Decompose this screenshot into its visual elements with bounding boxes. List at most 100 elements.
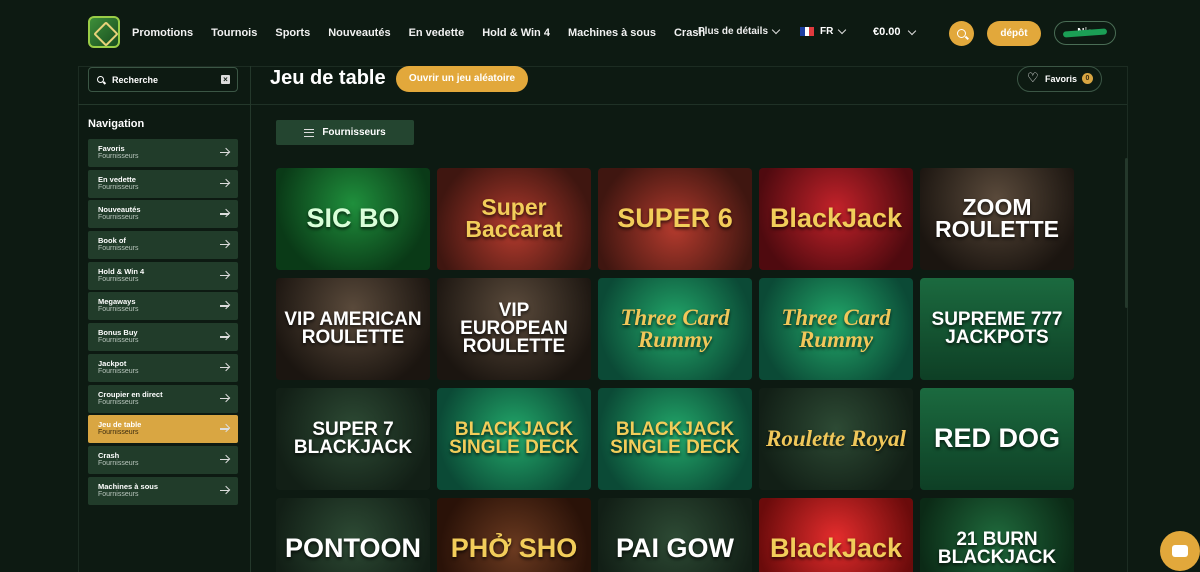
- game-title: Super Baccarat: [465, 194, 563, 242]
- game-tile[interactable]: Super Baccarat: [437, 168, 591, 270]
- clear-search-icon[interactable]: ×: [221, 75, 230, 84]
- arrow-right-icon: [220, 152, 229, 154]
- search-icon: [97, 76, 104, 83]
- game-tile[interactable]: PONTOON: [276, 498, 430, 572]
- game-tile[interactable]: BlackJack: [759, 168, 913, 270]
- sidebar-item-sub: Fournisseurs: [98, 459, 139, 467]
- sidebar-list: Favoris Fournisseurs En vedette Fournisseu…: [88, 139, 238, 507]
- game-title: BlackJack: [769, 533, 903, 564]
- divider: [250, 66, 251, 572]
- game-title: RED DOG: [933, 423, 1060, 454]
- game-title: BLACKJACK SINGLE DECK: [449, 418, 579, 458]
- game-tile[interactable]: BlackJack: [759, 498, 913, 572]
- sidebar-item-label: Favoris: [98, 144, 125, 153]
- sidebar-item-label: Book of: [98, 236, 126, 246]
- game-tile[interactable]: Three Card Rummy: [759, 278, 913, 380]
- chat-button[interactable]: [1160, 531, 1200, 571]
- sidebar-item-sub: Fournisseurs: [98, 429, 139, 437]
- sidebar-item-jackpot[interactable]: Jackpot Fournisseurs: [88, 353, 238, 382]
- sidebar-item-label: Machines à sous: [98, 481, 159, 491]
- arrow-right-icon: [220, 182, 229, 185]
- nav-sports[interactable]: Sports: [275, 27, 310, 39]
- language-label: FR: [820, 26, 834, 37]
- sidebar-item-book-of[interactable]: Book of Fournisseurs: [88, 231, 238, 260]
- chevron-down-icon: [771, 25, 781, 35]
- sidebar-item-label: Nouveautés: [98, 205, 141, 215]
- game-title: BLACKJACK SINGLE DECK: [610, 418, 740, 458]
- sidebar-item-machines-a-sous[interactable]: Machines à sous Fournisseurs: [88, 476, 238, 505]
- sidebar-item-sub: Fournisseurs: [98, 245, 139, 253]
- arrow-right-icon: [220, 336, 229, 338]
- sliders-icon: [304, 128, 315, 137]
- search-icon: [957, 29, 966, 38]
- providers-label: Fournisseurs: [322, 127, 386, 138]
- sidebar-item-jeu-de-table[interactable]: Jeu de table Fournisseurs: [88, 415, 238, 444]
- game-title: SUPREME 777 JACKPOTS: [931, 308, 1063, 348]
- logo[interactable]: [88, 16, 120, 48]
- game-tile[interactable]: SUPER 6: [598, 168, 752, 270]
- sidebar-item-label: Bonus Buy: [98, 328, 138, 338]
- sidebar-item-bonus-buy[interactable]: Bonus Buy Fournisseurs: [88, 323, 238, 352]
- sidebar-item-sub: Fournisseurs: [98, 490, 139, 498]
- random-game-button[interactable]: Ouvrir un jeu aléatoire: [396, 66, 528, 92]
- game-tile[interactable]: Roulette Royal: [759, 388, 913, 490]
- game-tile[interactable]: BLACKJACK SINGLE DECK: [598, 388, 752, 490]
- sidebar-item-croupier-en-direct[interactable]: Croupier en direct Fournisseurs: [88, 384, 238, 413]
- game-title: BlackJack: [769, 203, 903, 234]
- nav-machines-a-sous[interactable]: Machines à sous: [568, 27, 656, 39]
- game-title: SUPER 6: [617, 203, 733, 234]
- game-title: VIP EUROPEAN ROULETTE: [460, 299, 568, 358]
- balance-dropdown[interactable]: €0.00: [873, 26, 916, 38]
- sidebar-item-sub: Fournisseurs: [98, 367, 139, 375]
- arrow-right-icon: [220, 274, 229, 277]
- page-title: Jeu de table: [270, 67, 386, 89]
- game-title: PHỞ SHO: [450, 533, 578, 564]
- sidebar-title: Navigation: [88, 118, 145, 130]
- nav-nouveautes[interactable]: Nouveautés: [328, 27, 390, 39]
- sidebar-item-favoris[interactable]: Favoris Fournisseurs: [88, 139, 238, 167]
- chat-icon: [1172, 545, 1188, 557]
- game-tile[interactable]: SUPREME 777 JACKPOTS: [920, 278, 1074, 380]
- nav-en-vedette[interactable]: En vedette: [409, 27, 465, 39]
- nav-tournois[interactable]: Tournois: [211, 27, 257, 39]
- sidebar-item-crash[interactable]: Crash Fournisseurs: [88, 445, 238, 474]
- providers-filter-button[interactable]: Fournisseurs: [276, 120, 414, 145]
- top-header: Promotions Tournois Sports Nouveautés En…: [0, 0, 1200, 66]
- sidebar-item-sub: Fournisseurs: [98, 214, 139, 222]
- sidebar-item-en-vedette[interactable]: En vedette Fournisseurs: [88, 169, 238, 198]
- nav-hold-win-4[interactable]: Hold & Win 4: [482, 27, 550, 39]
- divider: [251, 104, 1127, 105]
- heart-icon: [1027, 71, 1039, 86]
- game-tile[interactable]: ZOOM ROULETTE: [920, 168, 1074, 270]
- favorites-button[interactable]: Favoris 0: [1017, 66, 1102, 92]
- deposit-button[interactable]: dépôt: [987, 21, 1041, 46]
- more-dropdown[interactable]: Plus de détails: [698, 25, 781, 37]
- game-tile[interactable]: RED DOG: [920, 388, 1074, 490]
- search-button[interactable]: [949, 21, 974, 46]
- game-tile[interactable]: VIP EUROPEAN ROULETTE: [437, 278, 591, 380]
- game-tile[interactable]: SIC BO: [276, 168, 430, 270]
- arrow-right-icon: [220, 397, 229, 399]
- sidebar-item-label: Jeu de table: [98, 420, 142, 430]
- sidebar-search-input[interactable]: Recherche ×: [88, 67, 238, 92]
- sidebar-item-label: Hold & Win 4: [98, 266, 145, 276]
- sidebar-item-megaways[interactable]: Megaways Fournisseurs: [88, 292, 238, 321]
- game-tile[interactable]: SUPER 7 BLACKJACK: [276, 388, 430, 490]
- sidebar-item-sub: Fournisseurs: [98, 153, 139, 160]
- game-title: SIC BO: [306, 203, 400, 234]
- sidebar-item-label: Croupier en direct: [98, 389, 163, 399]
- sidebar-item-sub: Fournisseurs: [98, 275, 139, 283]
- game-tile[interactable]: 21 BURN BLACKJACK: [920, 498, 1074, 572]
- game-tile[interactable]: BLACKJACK SINGLE DECK: [437, 388, 591, 490]
- sidebar-item-hold-win-4[interactable]: Hold & Win 4 Fournisseurs: [88, 261, 238, 290]
- scrollbar[interactable]: [1125, 158, 1128, 308]
- game-tile[interactable]: PAI GOW: [598, 498, 752, 572]
- game-tile[interactable]: Three Card Rummy: [598, 278, 752, 380]
- nav-promotions[interactable]: Promotions: [132, 27, 193, 39]
- game-tile[interactable]: VIP AMERICAN ROULETTE: [276, 278, 430, 380]
- sidebar-item-nouveautes[interactable]: Nouveautés Fournisseurs: [88, 200, 238, 229]
- game-tile[interactable]: PHỞ SHO: [437, 498, 591, 572]
- sidebar-item-sub: Fournisseurs: [98, 337, 139, 345]
- user-button[interactable]: Nic: [1054, 21, 1116, 45]
- language-selector[interactable]: FR: [800, 25, 847, 37]
